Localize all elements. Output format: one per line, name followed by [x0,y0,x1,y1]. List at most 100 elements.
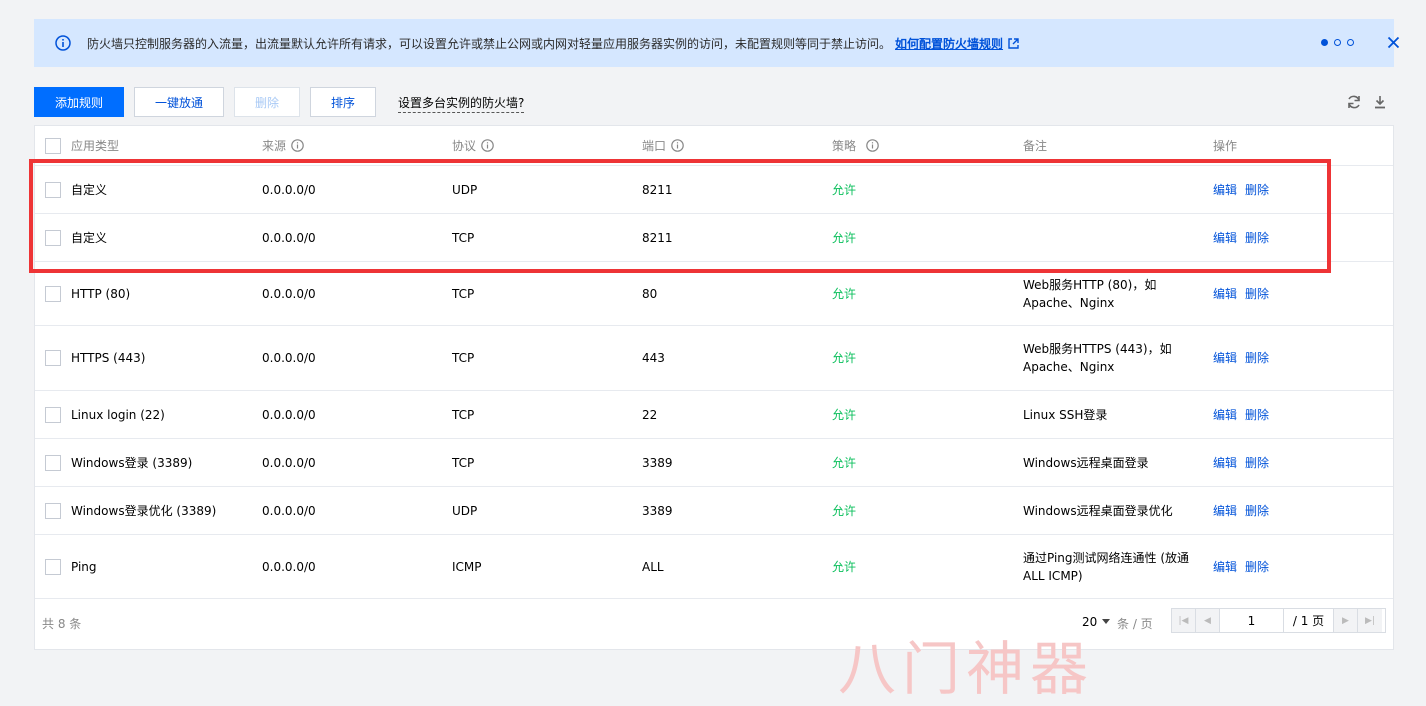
delete-link[interactable]: 删除 [1245,454,1269,472]
table-row: HTTPS (443) 0.0.0.0/0 TCP 443 允许 Web服务HTTPS (… [35,326,1393,391]
cell-type: 自定义 [71,230,108,245]
cell-port: 8211 [642,230,673,245]
firewall-help-link[interactable]: 如何配置防火墙规则 [895,35,1003,52]
note-line-1: Linux SSH登录 [1023,407,1108,422]
cell-type: HTTPS (443) [71,351,146,365]
header-policy: 策略 [832,138,857,153]
cell-policy: 允许 [832,182,857,197]
help-icon[interactable] [481,138,494,152]
cell-protocol: UDP [452,182,478,197]
row-checkbox[interactable] [45,350,61,366]
edit-link[interactable]: 编辑 [1213,181,1237,199]
cell-policy: 允许 [832,407,857,422]
header-policy-wrap: 策略 [832,137,879,155]
row-checkbox[interactable] [45,454,61,471]
note-line-1: Windows远程桌面登录优化 [1023,503,1173,518]
delete-link[interactable]: 删除 [1245,181,1269,199]
table-row: Windows登录 (3389) 0.0.0.0/0 TCP 3389 允许 Window… [35,439,1393,487]
header-type: 应用类型 [71,138,120,153]
delete-link[interactable]: 删除 [1245,285,1269,303]
next-page-icon[interactable]: ▶ [1334,609,1358,632]
external-link-icon[interactable] [1008,37,1019,49]
cell-protocol: TCP [452,407,475,422]
notice-dot-3[interactable] [1347,39,1354,46]
edit-link[interactable]: 编辑 [1213,285,1237,303]
cell-protocol: TCP [452,351,475,365]
cell-source: 0.0.0.0/0 [262,455,316,470]
cell-note: Windows远程桌面登录优化 [1023,502,1173,520]
help-icon[interactable] [291,138,304,152]
edit-link[interactable]: 编辑 [1213,502,1237,520]
note-line-1: 通过Ping测试网络连通性 (放通 [1023,550,1190,565]
row-checkbox[interactable] [45,558,61,575]
add-rule-button[interactable]: 添加规则 [34,87,124,117]
edit-link[interactable]: 编辑 [1213,558,1237,576]
edit-link[interactable]: 编辑 [1213,454,1237,472]
cell-note: Linux SSH登录 [1023,406,1107,424]
delete-link[interactable]: 删除 [1245,558,1269,576]
multi-instance-firewall-link[interactable]: 设置多台实例的防火墙? [398,94,525,113]
delete-link[interactable]: 删除 [1245,229,1269,247]
delete-button[interactable]: 删除 [234,87,300,117]
sort-button[interactable]: 排序 [310,87,376,117]
chevron-down-icon [1102,619,1111,624]
cell-policy: 允许 [832,351,857,365]
last-page-icon[interactable]: ▶| [1358,609,1382,632]
prev-page-icon[interactable]: ◀ [1196,609,1220,632]
header-port: 端口 [642,138,667,153]
cell-note: Web服务HTTP (80)，如 Apache、Nginx [1023,276,1156,312]
cell-port: ALL [642,559,664,574]
pagination: |◀ ◀ 1 / 1 页 ▶ ▶| [1171,608,1386,633]
table-row: Linux login (22) 0.0.0.0/0 TCP 22 允许 Linux SS… [35,391,1393,439]
cell-note: Windows远程桌面登录 [1023,454,1149,472]
header-protocol-wrap: 协议 [452,137,494,155]
delete-link[interactable]: 删除 [1245,502,1269,520]
header-protocol: 协议 [452,138,477,153]
header-port-wrap: 端口 [642,137,684,155]
help-icon[interactable] [866,138,879,152]
cell-source: 0.0.0.0/0 [262,503,316,518]
delete-link[interactable]: 删除 [1245,406,1269,424]
info-icon [55,35,71,51]
table-row: Ping 0.0.0.0/0 ICMP ALL 允许 通过Ping测试网络连通性 (放通 A… [35,535,1393,599]
cell-port: 80 [642,286,658,301]
cell-source: 0.0.0.0/0 [262,407,316,422]
cell-port: 3389 [642,503,673,518]
edit-link[interactable]: 编辑 [1213,406,1237,424]
per-page-label: 条 / 页 [1117,617,1153,631]
table-row: 自定义 0.0.0.0/0 TCP 8211 允许 编辑 删除 [35,214,1393,262]
notice-dot-1[interactable] [1321,39,1328,46]
close-icon[interactable] [1387,36,1400,49]
note-line-1: Web服务HTTPS (443)，如 [1023,342,1172,356]
row-checkbox[interactable] [45,285,61,302]
cell-port: 3389 [642,455,673,470]
cell-type: Windows登录 (3389) [71,455,193,470]
row-checkbox[interactable] [45,406,61,423]
note-line-2: ALL ICMP) [1023,568,1083,583]
cell-policy: 允许 [832,455,857,470]
delete-link[interactable]: 删除 [1245,349,1269,367]
row-checkbox[interactable] [45,229,61,246]
first-page-icon[interactable]: |◀ [1172,609,1196,632]
table-row: HTTP (80) 0.0.0.0/0 TCP 80 允许 Web服务HTTP (80)，… [35,262,1393,326]
page-total: / 1 页 [1284,609,1334,632]
download-icon[interactable] [1372,94,1388,110]
cell-type: Ping [71,559,97,574]
cell-source: 0.0.0.0/0 [262,351,316,365]
cell-type: Windows登录优化 (3389) [71,503,217,518]
select-all-checkbox[interactable] [45,137,61,154]
note-line-2: Apache、Nginx [1023,360,1115,374]
edit-link[interactable]: 编辑 [1213,229,1237,247]
cell-port: 443 [642,351,665,365]
refresh-icon[interactable] [1346,94,1362,110]
table-row: Windows登录优化 (3389) 0.0.0.0/0 UDP 3389 允许 Wind… [35,487,1393,535]
open-all-button[interactable]: 一键放通 [134,87,224,117]
help-icon[interactable] [671,138,684,152]
row-checkbox[interactable] [45,181,61,198]
edit-link[interactable]: 编辑 [1213,349,1237,367]
watermark: 八门神器 [838,635,1095,703]
row-checkbox[interactable] [45,502,61,519]
table-header: 应用类型 来源 协议 端口 策略 备注 操作 [35,126,1393,166]
notice-dot-2[interactable] [1334,39,1341,46]
page-input[interactable]: 1 [1220,609,1284,632]
